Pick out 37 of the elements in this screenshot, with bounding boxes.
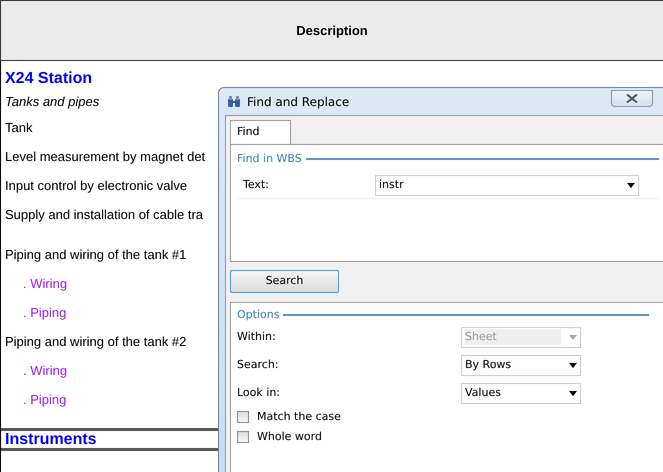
row-text: Piping and wiring of the tank #1 <box>5 246 186 264</box>
text-combobox[interactable]: instr <box>375 175 639 196</box>
field-label: Text: <box>243 177 270 194</box>
row-text: Supply and installation of cable tra <box>5 206 204 224</box>
checkbox[interactable] <box>237 431 249 443</box>
dialog-title: Find and Replace <box>247 94 350 110</box>
tab[interactable]: Find <box>230 120 291 144</box>
checkbox-label: Match the case <box>257 408 341 425</box>
sub-item-text: . Piping <box>23 390 66 409</box>
row-text: Tank <box>5 118 32 137</box>
dropdown-arrow-icon <box>569 334 577 340</box>
row-text: Level measurement by magnet det <box>5 148 206 166</box>
binoculars-icon <box>227 95 241 108</box>
section-title: Instruments <box>5 430 97 450</box>
close-button[interactable] <box>611 90 653 107</box>
field-label: Search: <box>237 356 280 373</box>
dropdown-arrow-icon <box>569 390 577 396</box>
checkbox-label: Whole word <box>257 428 322 445</box>
field-label: Look in: <box>237 384 281 401</box>
dropdown-arrow-icon <box>627 183 635 188</box>
search-button[interactable]: Search <box>230 270 339 292</box>
group-title: Options <box>237 306 280 322</box>
section-title: X24 Station <box>5 69 92 89</box>
group-title: Find in WBS <box>237 150 302 166</box>
row-text: Tanks and pipes <box>5 93 100 112</box>
dropdown[interactable]: Values <box>461 382 581 404</box>
row-text: Piping and wiring of the tank #2 <box>5 332 186 351</box>
sub-item-text: . Wiring <box>23 362 68 380</box>
close-icon <box>626 94 638 103</box>
column-header: Description <box>0 0 663 61</box>
sub-item-text: . Wiring <box>23 274 68 293</box>
dropdown[interactable]: By Rows <box>461 354 581 376</box>
dropdown-arrow-icon <box>569 362 577 368</box>
row-text: Input control by electronic valve <box>5 176 188 195</box>
checkbox[interactable] <box>237 411 249 423</box>
field-label: Within: <box>237 328 277 345</box>
sub-item-text: . Piping <box>23 304 66 322</box>
